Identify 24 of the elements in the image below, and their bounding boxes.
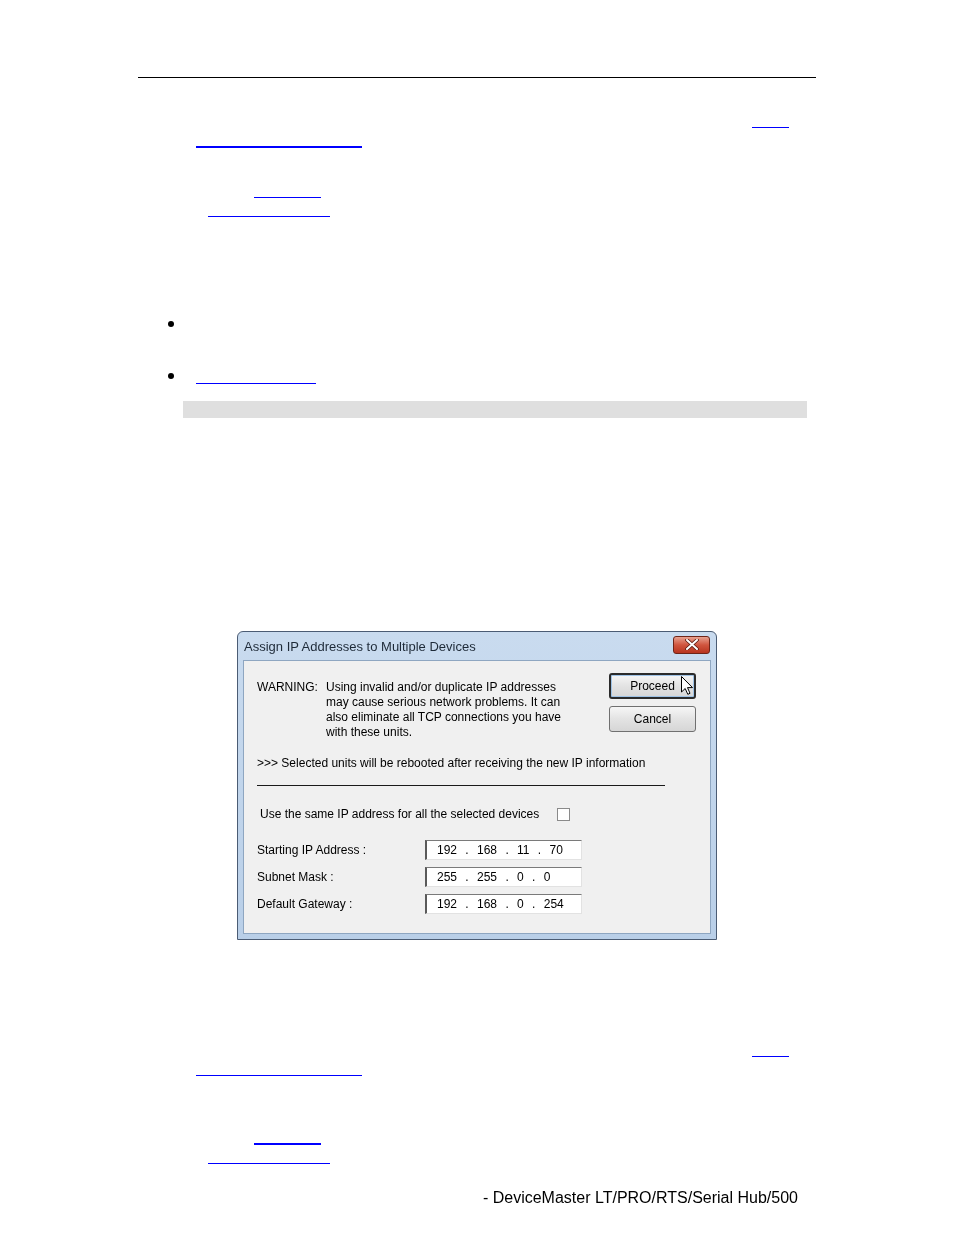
close-button[interactable]: [673, 635, 710, 654]
window-title: Assign IP Addresses to Multiple Devices: [244, 638, 476, 654]
bullet-icon: [168, 321, 174, 327]
close-icon: [684, 639, 699, 650]
link-underline: [254, 197, 321, 198]
link-underline: [254, 1143, 321, 1145]
proceed-button[interactable]: Proceed: [609, 673, 696, 699]
bullet-icon: [168, 373, 174, 379]
ip-address-field[interactable]: 255 . 255 . 0 . 0: [425, 867, 582, 887]
warning-text: Using invalid and/or duplicate IP addresses may cause serious network problems. It can also eliminate all TCP connections you have with these units.: [326, 680, 562, 740]
checkbox-label: Use the same IP address for all the selected devices: [260, 807, 540, 822]
ip-address-field[interactable]: 192 . 168 . 11 . 70: [425, 840, 582, 860]
footer-text: - DeviceMaster LT/PRO/RTS/Serial Hub/500: [482, 1189, 798, 1207]
field-label: Starting IP Address :: [257, 842, 367, 858]
field-label: Default Gateway :: [257, 896, 353, 912]
warning-label: WARNING:: [257, 680, 319, 696]
link-underline: [752, 1056, 789, 1057]
cancel-button[interactable]: Cancel: [609, 706, 696, 732]
checkbox[interactable]: [557, 808, 571, 821]
ip-address-field[interactable]: 192 . 168 . 0 . 254: [425, 894, 582, 914]
field-label: Subnet Mask :: [257, 869, 334, 885]
cursor-icon: [681, 676, 693, 695]
link-underline: [752, 127, 789, 128]
notice-text: >>> Selected units will be rebooted after receiving the new IP information: [257, 756, 646, 771]
